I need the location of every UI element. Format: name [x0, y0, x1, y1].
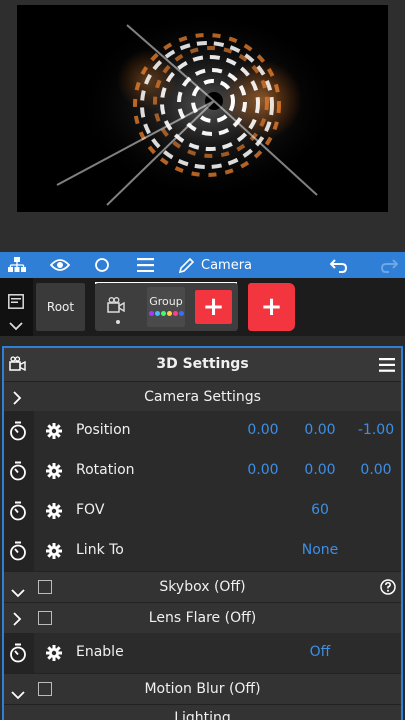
section-title: Lens Flare (Off) [148, 610, 257, 626]
stopwatch-icon[interactable] [9, 643, 27, 667]
stopwatch-icon[interactable] [9, 421, 27, 445]
menu-icon[interactable] [379, 357, 395, 376]
gear-icon[interactable] [45, 422, 63, 444]
section-title: Lighting [174, 710, 231, 720]
stopwatch-icon[interactable] [9, 501, 27, 525]
stopwatch-icon[interactable] [9, 461, 27, 485]
fov-label: FOV [76, 502, 105, 518]
position-y-value[interactable]: 0.00 [295, 422, 345, 438]
section-title: Skybox (Off) [159, 579, 246, 595]
motion-blur-section[interactable]: Motion Blur (Off) [4, 673, 401, 704]
camera-edit-button[interactable]: Camera [178, 252, 258, 278]
pencil-icon [178, 257, 195, 274]
rotation-z-value[interactable]: 0.00 [351, 462, 401, 478]
undo-icon[interactable] [328, 252, 350, 278]
group-label: Group [149, 295, 183, 308]
gear-icon[interactable] [45, 644, 63, 666]
eye-icon[interactable] [48, 252, 72, 278]
root-layer[interactable]: Root [36, 283, 85, 331]
position-label: Position [76, 422, 131, 438]
plus-icon: + [260, 292, 283, 322]
tunnel-render-image [17, 5, 388, 212]
link-to-row: Link To None [4, 531, 401, 571]
hierarchy-icon[interactable] [6, 252, 28, 278]
layers-list-icon[interactable] [8, 294, 24, 313]
link-to-value[interactable]: None [285, 542, 355, 558]
preview-area [0, 0, 405, 252]
enable-value[interactable]: Off [295, 644, 345, 660]
rotation-row: Rotation 0.00 0.00 0.00 [4, 451, 401, 491]
settings-panel: 3D Settings Camera Settings Position 0.0… [2, 346, 403, 720]
position-x-value[interactable]: 0.00 [238, 422, 288, 438]
rotation-y-value[interactable]: 0.00 [295, 462, 345, 478]
link-to-label: Link To [76, 542, 124, 558]
color-dots [147, 311, 185, 316]
gear-icon[interactable] [45, 542, 63, 564]
stopwatch-icon[interactable] [9, 541, 27, 565]
panel-header: 3D Settings [4, 348, 401, 381]
camera-icon [107, 297, 127, 317]
circle-icon[interactable] [92, 252, 112, 278]
fov-row: FOV 60 [4, 491, 401, 531]
position-z-value[interactable]: -1.00 [351, 422, 401, 438]
lens-flare-section[interactable]: Lens Flare (Off) [4, 602, 401, 633]
section-title: Camera Settings [144, 389, 261, 405]
panel-title: 3D Settings [156, 356, 249, 372]
group-layer[interactable]: Group [147, 287, 185, 327]
camera-settings-section[interactable]: Camera Settings [4, 381, 401, 411]
active-object-label: Camera [201, 257, 253, 273]
chevron-down-icon[interactable] [9, 316, 23, 335]
rotation-x-value[interactable]: 0.00 [238, 462, 288, 478]
gear-icon[interactable] [45, 462, 63, 484]
gear-icon[interactable] [45, 502, 63, 524]
layers-sidebar [0, 278, 33, 336]
lighting-section[interactable]: Lighting [4, 704, 401, 720]
rotation-label: Rotation [76, 462, 135, 478]
help-icon[interactable] [380, 579, 396, 599]
redo-icon[interactable] [378, 252, 400, 278]
skybox-section[interactable]: Skybox (Off) [4, 571, 401, 602]
menu-icon[interactable] [135, 252, 155, 278]
active-dot [116, 320, 120, 324]
section-title: Motion Blur (Off) [144, 681, 261, 697]
render-viewport[interactable] [17, 5, 388, 212]
position-row: Position 0.00 0.00 -1.00 [4, 411, 401, 451]
main-toolbar: Camera [0, 252, 405, 278]
fov-value[interactable]: 60 [295, 502, 345, 518]
add-layer-button[interactable]: + [248, 283, 295, 331]
plus-icon: + [202, 292, 225, 322]
enable-row: Enable Off [4, 633, 401, 673]
enable-label: Enable [76, 644, 124, 660]
add-to-group-button[interactable]: + [195, 290, 232, 324]
